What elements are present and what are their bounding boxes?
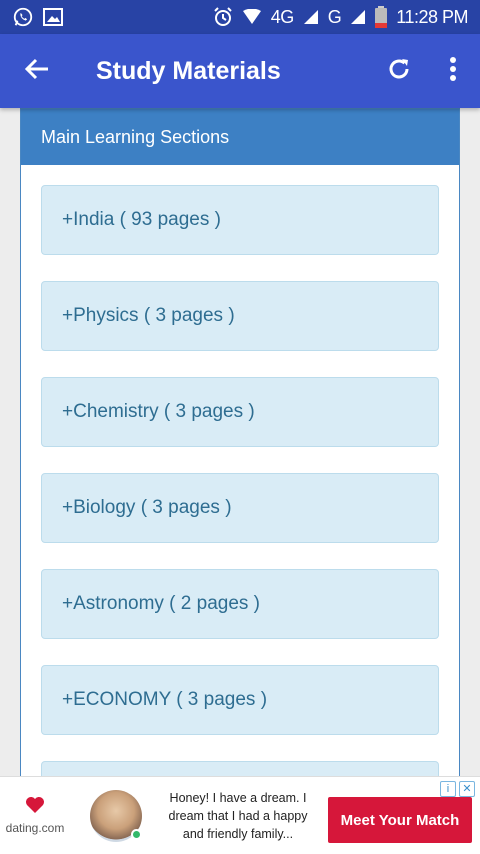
battery-icon [375, 6, 388, 28]
heart-icon [25, 796, 45, 819]
network-g-label: G [327, 6, 342, 27]
ad-brand-logo[interactable]: dating.com [0, 796, 70, 835]
main-learning-panel: Main Learning Sections +India ( 93 pages… [20, 108, 460, 776]
refresh-icon [386, 56, 412, 87]
back-button[interactable] [0, 34, 74, 108]
section-item-india[interactable]: +India ( 93 pages ) [41, 185, 439, 255]
ad-close-icon[interactable]: ✕ [459, 781, 475, 797]
network-4g-label: 4G [270, 6, 295, 27]
content-area[interactable]: Main Learning Sections +India ( 93 pages… [0, 108, 480, 776]
ad-text: Honey! I have a dream. I dream that I ha… [168, 790, 308, 841]
alarm-icon [213, 7, 233, 27]
ad-brand-name: dating.com [5, 821, 65, 835]
ad-choices: i ✕ [440, 781, 475, 797]
ad-avatar[interactable] [90, 789, 142, 842]
section-item-economy[interactable]: +ECONOMY ( 3 pages ) [41, 665, 439, 735]
ad-banner[interactable]: dating.com Honey! I have a dream. I drea… [0, 776, 480, 854]
section-list: +India ( 93 pages ) +Physics ( 3 pages )… [21, 165, 459, 776]
section-item-astronomy[interactable]: +Astronomy ( 2 pages ) [41, 569, 439, 639]
section-item-biology[interactable]: +Biology ( 3 pages ) [41, 473, 439, 543]
status-time: 11:28 PM [396, 6, 468, 27]
more-vert-icon [449, 56, 457, 87]
status-right: 4G G 11:28 PM [213, 6, 468, 28]
panel-header: Main Learning Sections [21, 109, 459, 165]
ad-cta-button[interactable]: Meet Your Match [328, 797, 472, 843]
back-arrow-icon [24, 57, 50, 86]
more-options-button[interactable] [426, 34, 480, 108]
page-title: Study Materials [96, 56, 281, 85]
section-item-physics[interactable]: +Physics ( 3 pages ) [41, 281, 439, 351]
image-icon [43, 8, 63, 26]
whatsapp-icon [12, 6, 34, 28]
app-bar: Study Materials [0, 34, 480, 108]
online-status-icon [131, 828, 142, 840]
status-bar: 4G G 11:28 PM [0, 0, 480, 34]
status-left [12, 6, 63, 28]
wifi-icon [242, 9, 262, 25]
section-item-partial[interactable] [41, 761, 439, 776]
refresh-button[interactable] [372, 34, 426, 108]
ad-info-icon[interactable]: i [440, 781, 456, 797]
section-item-chemistry[interactable]: +Chemistry ( 3 pages ) [41, 377, 439, 447]
signal-icon-2 [350, 9, 366, 25]
signal-icon [303, 9, 319, 25]
